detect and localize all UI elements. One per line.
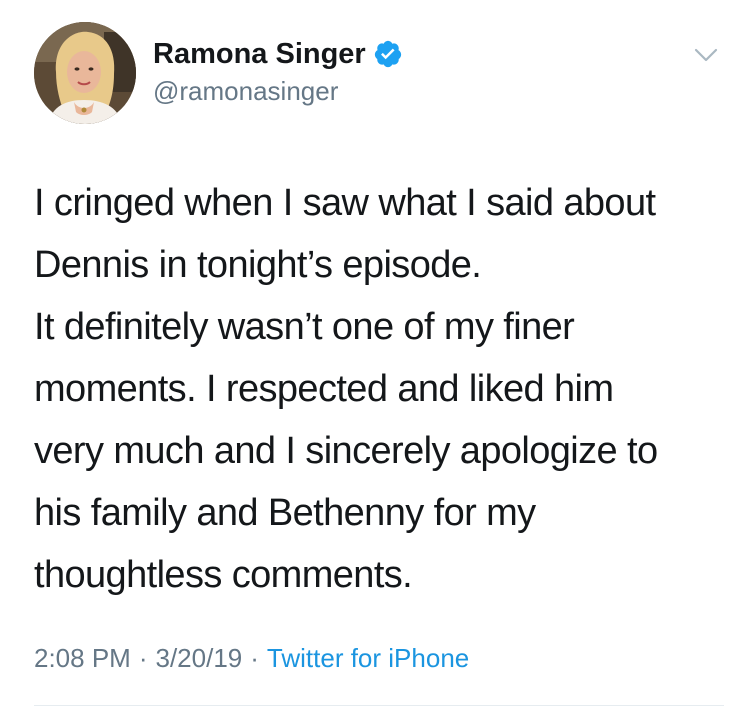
chevron-down-icon[interactable] bbox=[694, 46, 718, 64]
verified-badge-icon bbox=[373, 39, 403, 69]
tweet-date[interactable]: 3/20/19 bbox=[156, 643, 243, 673]
display-name[interactable]: Ramona Singer bbox=[153, 36, 366, 72]
meta-separator: · bbox=[250, 643, 259, 673]
handle[interactable]: @ramonasinger bbox=[153, 76, 338, 106]
tweet-text: I cringed when I saw what I said about D… bbox=[34, 182, 658, 596]
tweet-time[interactable]: 2:08 PM bbox=[34, 643, 131, 673]
avatar-image bbox=[34, 22, 136, 124]
tweet-source-link[interactable]: Twitter for iPhone bbox=[267, 643, 469, 673]
author-row[interactable]: Ramona Singer bbox=[153, 36, 403, 72]
divider bbox=[34, 705, 724, 706]
meta-separator: · bbox=[138, 643, 148, 673]
avatar[interactable] bbox=[34, 22, 136, 124]
tweet-card: Ramona Singer @ramonasinger I cringed wh… bbox=[0, 0, 750, 710]
tweet-meta: 2:08 PM · 3/20/19 · Twitter for iPhone bbox=[34, 640, 469, 676]
